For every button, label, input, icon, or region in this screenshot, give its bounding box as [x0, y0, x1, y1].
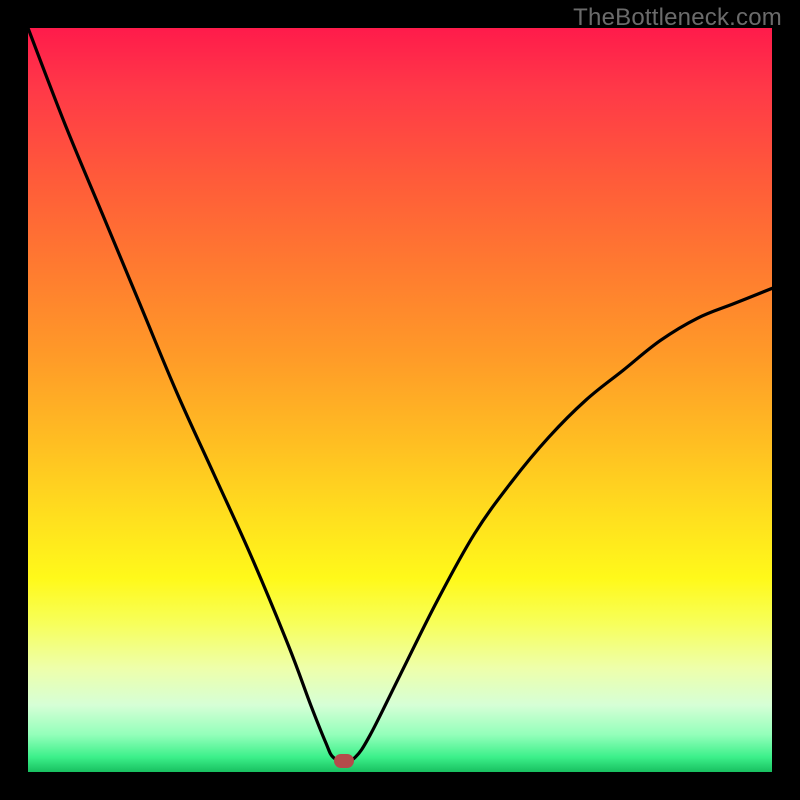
plot-area	[28, 28, 772, 772]
curve-svg	[28, 28, 772, 772]
chart-frame: TheBottleneck.com	[0, 0, 800, 800]
optimal-marker	[334, 754, 354, 768]
bottleneck-curve	[28, 28, 772, 761]
